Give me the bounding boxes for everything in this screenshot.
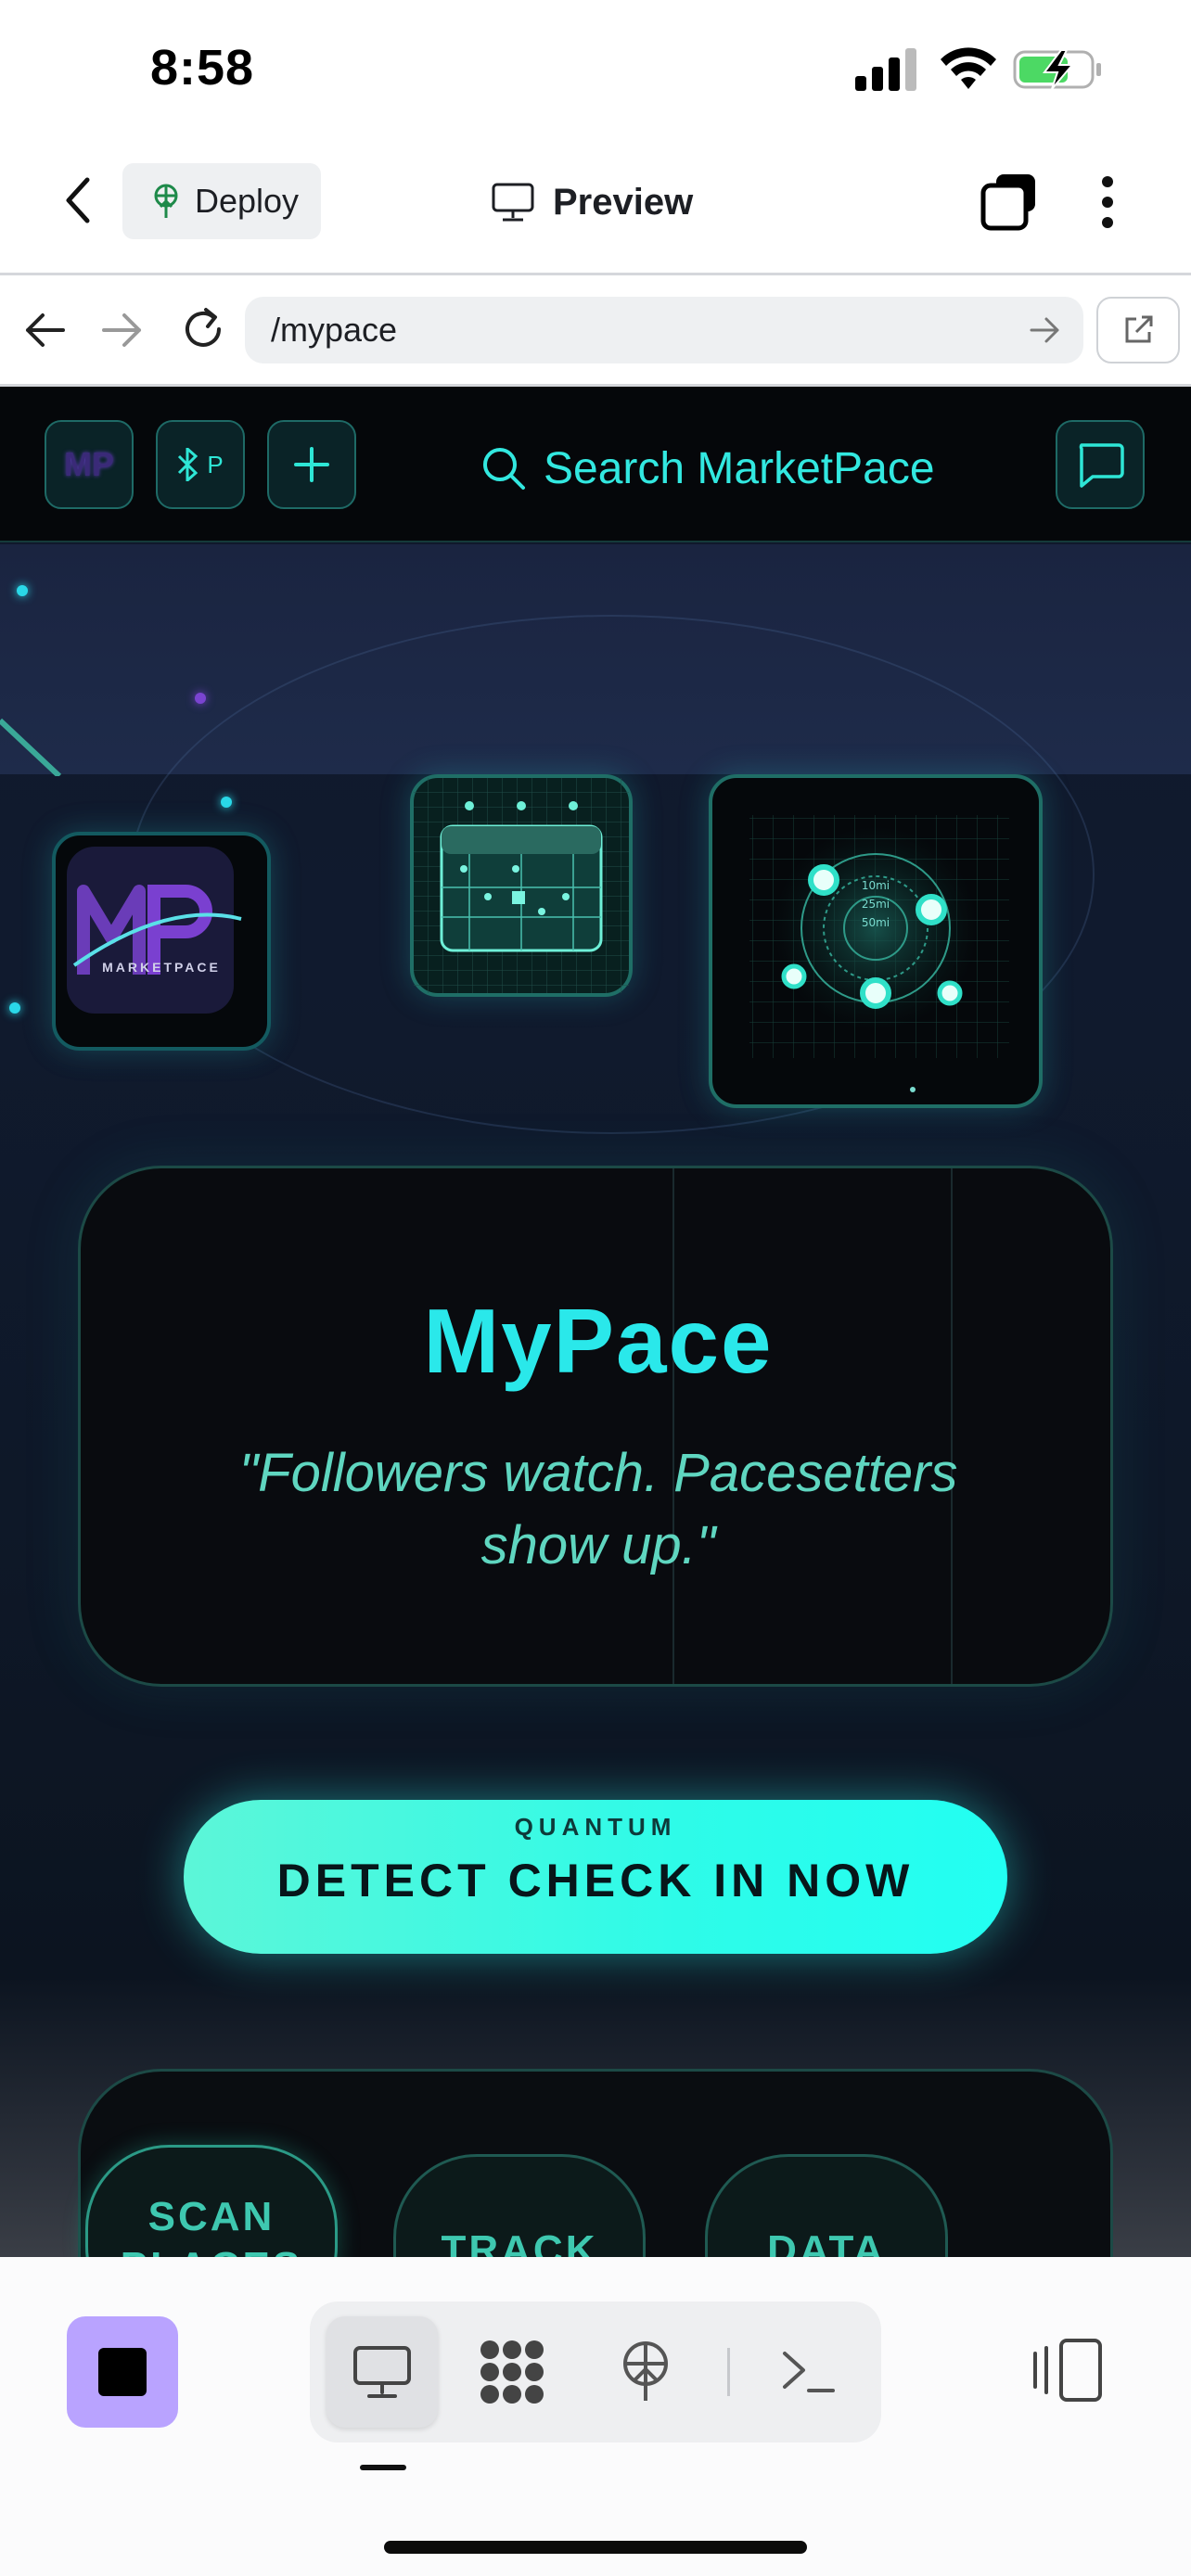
- add-button[interactable]: [267, 420, 356, 509]
- layout-icon[interactable]: [1030, 2335, 1104, 2405]
- preview-title: Preview: [492, 172, 693, 232]
- stop-button[interactable]: [67, 2316, 178, 2428]
- divider: [0, 273, 1191, 275]
- chat-button[interactable]: [1056, 420, 1145, 509]
- monitor-icon: [353, 2346, 411, 2398]
- deploy-tool-button[interactable]: [590, 2316, 701, 2428]
- preview-tool-button[interactable]: [327, 2316, 438, 2428]
- marketpace-logo: [67, 847, 242, 1014]
- decorative-line: [951, 1168, 953, 1684]
- wifi-icon: [941, 47, 996, 89]
- kebab-icon[interactable]: [1098, 174, 1117, 230]
- detect-check-in-button[interactable]: QUANTUM DETECT CHECK IN NOW: [184, 1800, 1007, 1954]
- hero-card: MyPace "Followers watch. Pacesetters sho…: [78, 1166, 1113, 1687]
- external-link-icon: [1125, 315, 1153, 343]
- data-label: DATA: [767, 2227, 886, 2257]
- reload-icon[interactable]: [178, 304, 228, 354]
- calendar-card[interactable]: [410, 774, 633, 997]
- monitor-icon: [492, 183, 534, 222]
- plus-icon: [294, 447, 329, 482]
- search-placeholder: Search MarketPace: [544, 443, 935, 493]
- decorative-dot: [9, 1002, 20, 1014]
- radar-label: 50mi: [862, 916, 890, 929]
- signal-icon: [855, 48, 916, 91]
- calendar-icon: [414, 778, 629, 993]
- shell-tool-button[interactable]: [753, 2316, 864, 2428]
- workspace-icon: [480, 2340, 544, 2404]
- chat-icon: [1079, 443, 1124, 488]
- bluetooth-label: P: [207, 450, 224, 478]
- battery-charging-icon: [1013, 49, 1101, 90]
- app-header: MP P Search MarketPace: [0, 387, 1191, 542]
- bluetooth-icon: [178, 448, 198, 481]
- preview-title-text: Preview: [553, 181, 694, 223]
- radar-label: 10mi: [862, 879, 890, 892]
- open-external-button[interactable]: [1096, 297, 1180, 363]
- scan-places-button[interactable]: SCAN PLACES: [85, 2145, 338, 2257]
- profile-button[interactable]: MP: [45, 420, 134, 509]
- home-indicator: [384, 2541, 807, 2554]
- workspace-tool-button[interactable]: [456, 2316, 568, 2428]
- url-input[interactable]: [271, 311, 994, 350]
- deploy-button[interactable]: Deploy: [122, 163, 321, 239]
- status-time: 8:58: [150, 40, 255, 96]
- tabs-icon[interactable]: [980, 172, 1039, 232]
- hero-tagline: "Followers watch. Pacesetters show up.": [238, 1443, 958, 1575]
- scan-places-label: SCAN PLACES: [121, 2194, 300, 2257]
- arrow-right-icon[interactable]: [1030, 315, 1061, 345]
- data-button[interactable]: DATA: [705, 2154, 948, 2257]
- app-preview: MP P Search MarketPace MARKETPACE 10mi 2…: [0, 387, 1191, 2257]
- marketpace-logo-card[interactable]: MARKETPACE: [52, 832, 271, 1051]
- logo-wordmark: MARKETPACE: [102, 960, 221, 975]
- deploy-icon: [154, 184, 178, 218]
- active-tab-indicator: [360, 2465, 406, 2470]
- back-button[interactable]: [56, 174, 100, 226]
- cta-label: DETECT CHECK IN NOW: [276, 1855, 915, 1906]
- stop-icon: [98, 2348, 147, 2396]
- divider: [727, 2348, 730, 2396]
- search-icon: [483, 448, 525, 490]
- bluetooth-button[interactable]: P: [156, 420, 245, 509]
- decorative-line: [672, 1168, 674, 1684]
- decorative-line: [0, 718, 62, 776]
- tool-switcher: [310, 2302, 881, 2442]
- arrow-left-icon[interactable]: [22, 310, 67, 351]
- arrow-right-icon[interactable]: [100, 310, 145, 351]
- track-button[interactable]: TRACK: [393, 2154, 646, 2257]
- cta-tag: QUANTUM: [514, 1813, 677, 1841]
- decorative-dot: [195, 693, 206, 704]
- decorative-dot: [17, 585, 28, 596]
- radar-icon: 10mi 25mi 50mi: [749, 815, 1009, 1092]
- hero-title: MyPace: [423, 1290, 774, 1392]
- terminal-icon: [783, 2352, 835, 2392]
- deploy-label: Deploy: [195, 182, 300, 220]
- bottom-toolbar: [0, 2257, 1191, 2576]
- decorative-dot: [221, 797, 232, 808]
- deploy-icon: [623, 2341, 668, 2401]
- radar-card[interactable]: 10mi 25mi 50mi: [709, 774, 1043, 1108]
- radar-label: 25mi: [862, 898, 890, 911]
- url-field[interactable]: [245, 297, 1083, 363]
- search-bar[interactable]: Search MarketPace: [480, 439, 935, 498]
- track-label: TRACK: [441, 2227, 598, 2257]
